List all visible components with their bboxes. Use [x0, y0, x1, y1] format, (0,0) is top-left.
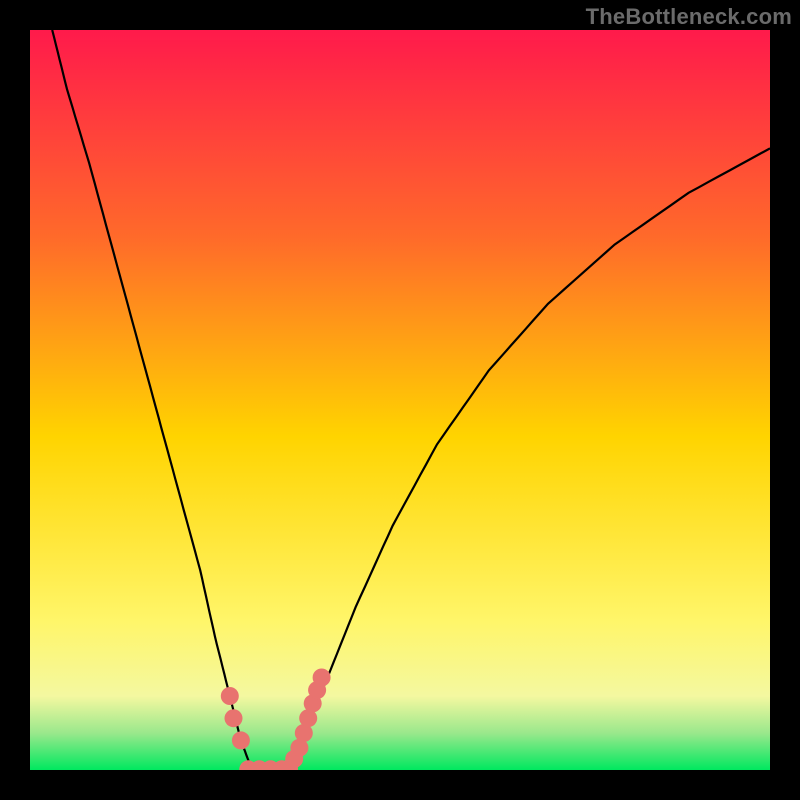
gradient-background [30, 30, 770, 770]
plot-area [30, 30, 770, 770]
valley-marker [221, 687, 239, 705]
valley-marker [313, 669, 331, 687]
valley-marker [225, 709, 243, 727]
outer-frame: TheBottleneck.com [0, 0, 800, 800]
valley-marker [232, 731, 250, 749]
chart-svg [30, 30, 770, 770]
watermark-text: TheBottleneck.com [586, 4, 792, 30]
